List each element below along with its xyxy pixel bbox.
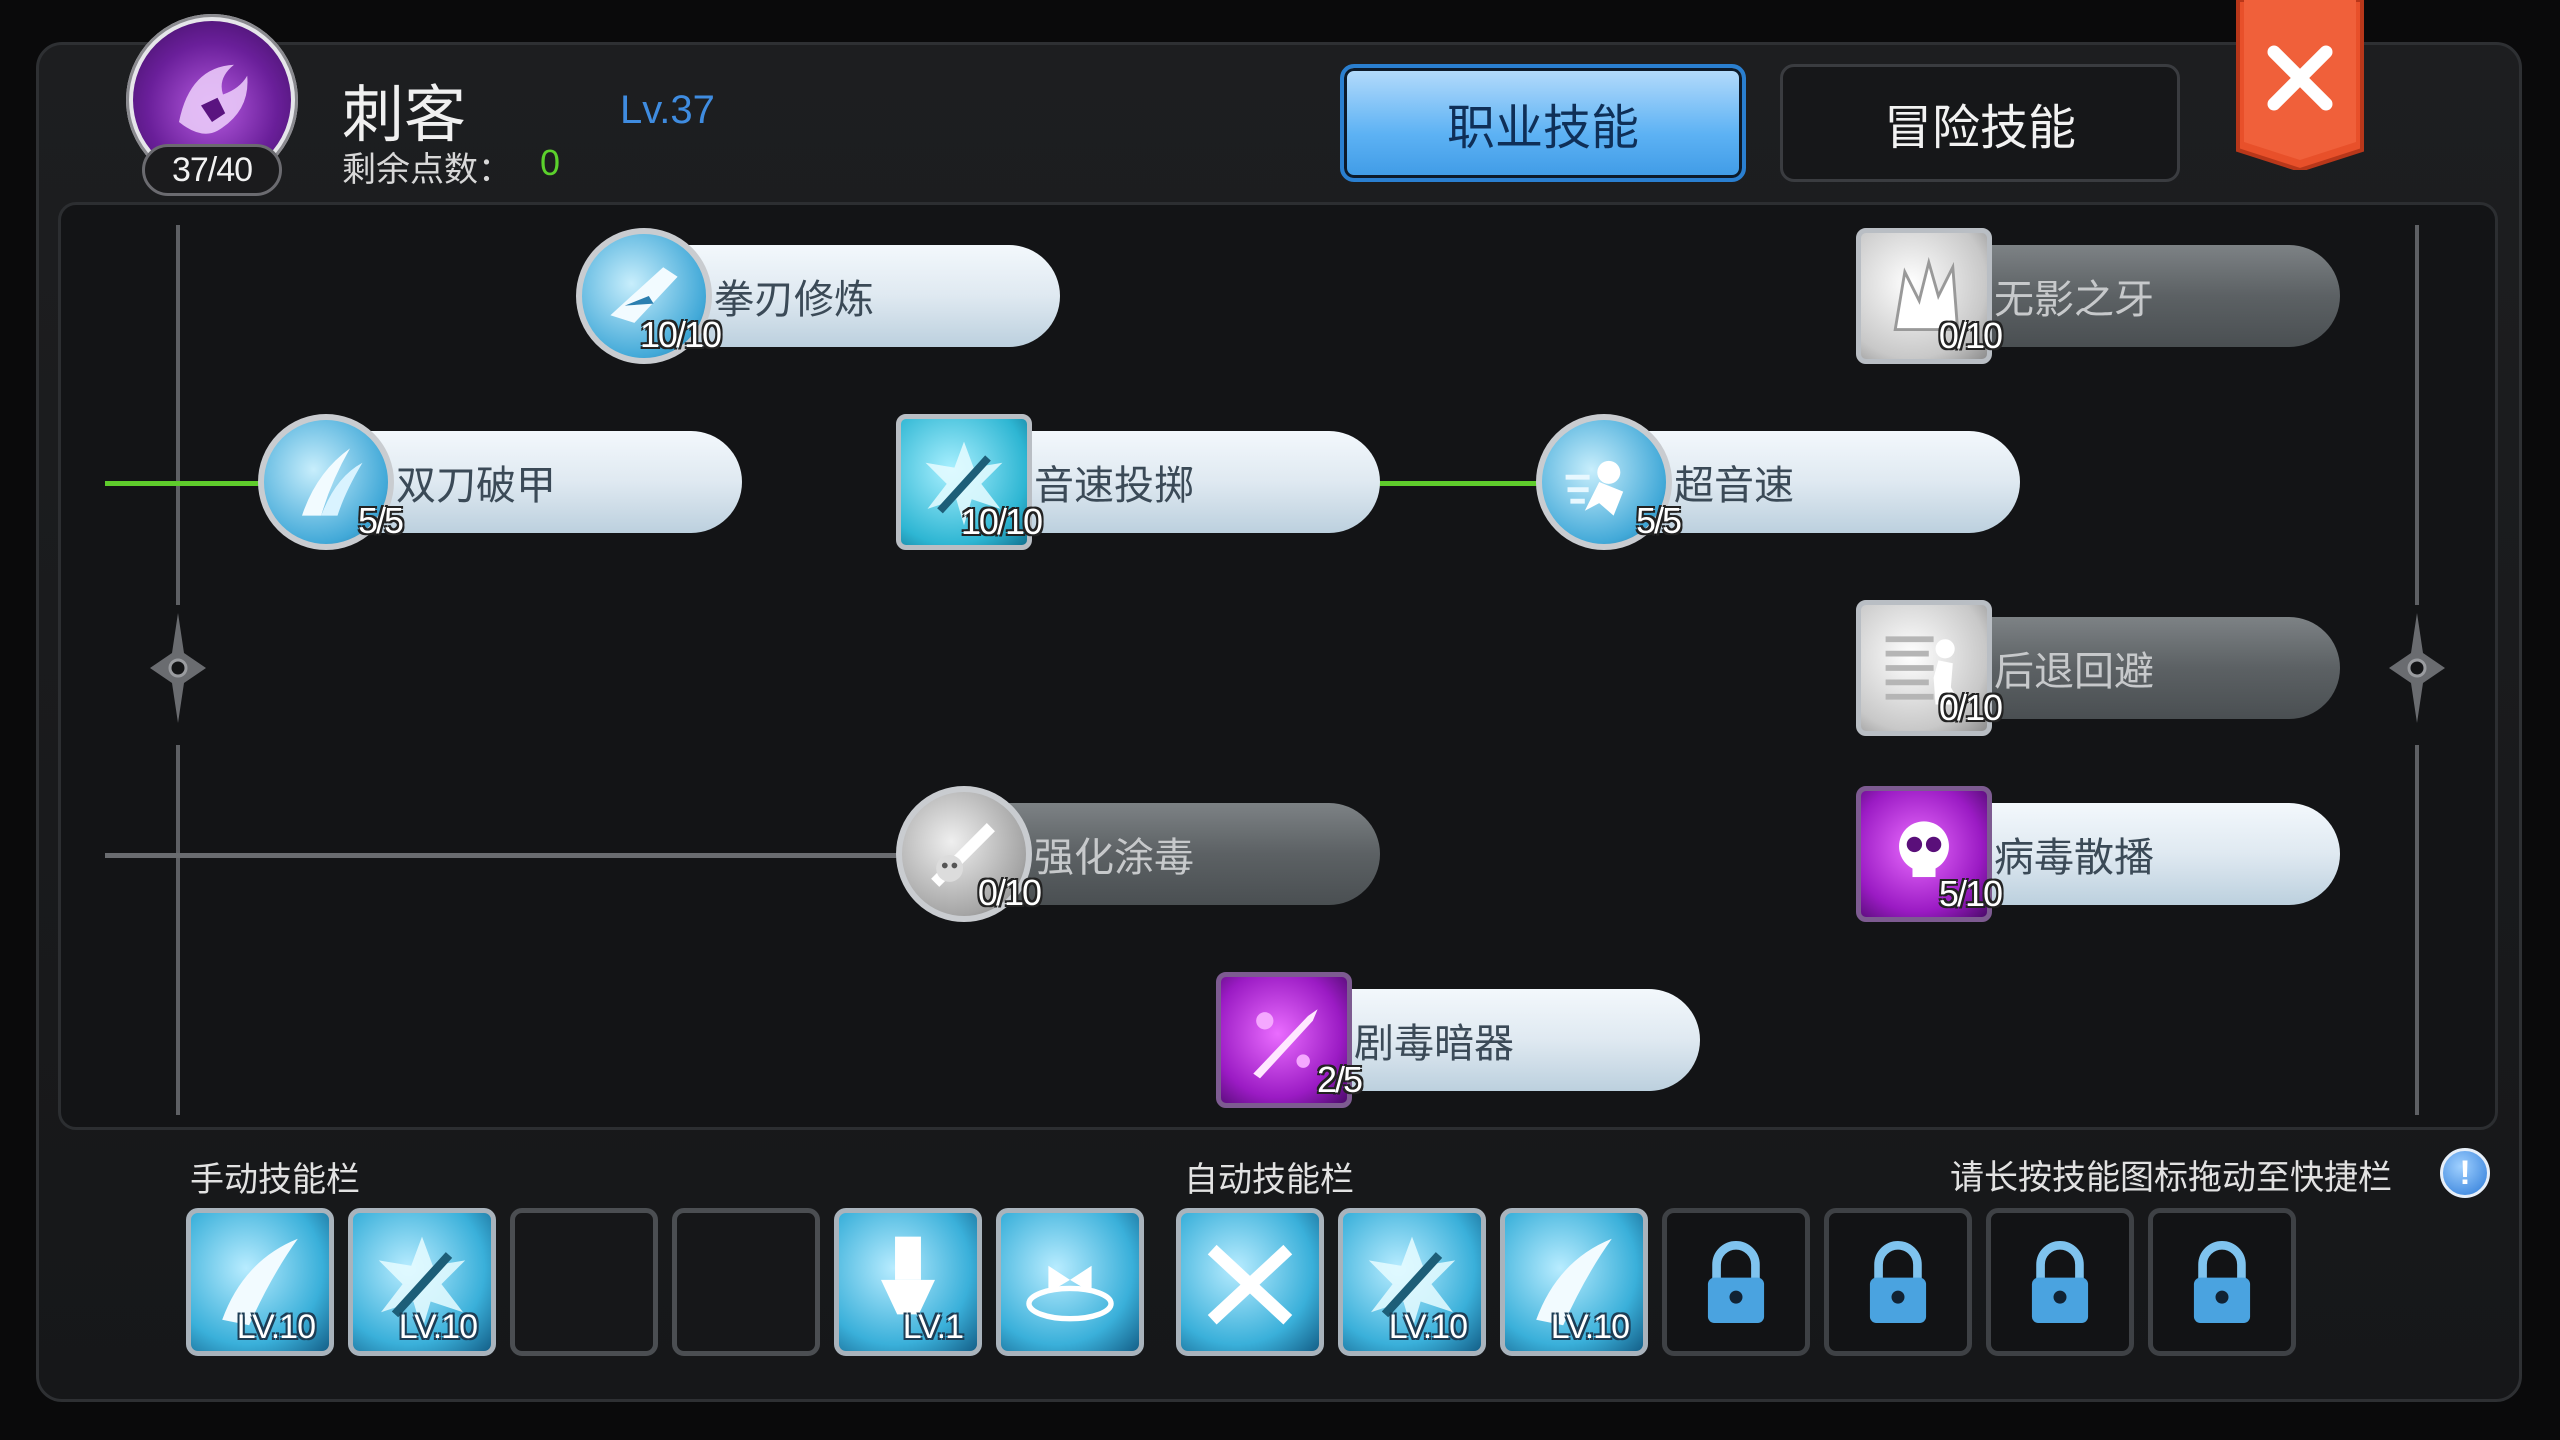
- drag-hint: 请长按技能图标拖动至快捷栏: [1950, 1158, 2392, 1198]
- manual-slot-5[interactable]: LV.1: [834, 1208, 982, 1356]
- lock-icon: [1869, 1241, 1927, 1324]
- auto-slot-7[interactable]: [2148, 1208, 2296, 1356]
- auto-slot-6[interactable]: [1986, 1208, 2134, 1356]
- divider: [2415, 745, 2419, 1115]
- lock-icon: [2031, 1241, 2089, 1324]
- slot-level: LV.10: [398, 1308, 478, 1346]
- skill-virus-spread[interactable]: 病毒散播 5/10: [1856, 786, 2340, 922]
- close-icon: [2236, 0, 2364, 173]
- skill-link: [105, 481, 275, 486]
- skill-level: 2/5: [1316, 1059, 1363, 1100]
- auto-slot-5[interactable]: [1824, 1208, 1972, 1356]
- dual-blade-icon: 5/5: [258, 414, 404, 550]
- skill-level: 10/10: [639, 314, 722, 355]
- shadow-fang-icon: 0/10: [1856, 228, 2003, 364]
- auto-skill-bar-label: 自动技能栏: [1184, 1160, 1354, 1200]
- skill-backstep[interactable]: 后退回避 0/10: [1856, 600, 2340, 736]
- poison-dagger-icon: 2/5: [1216, 972, 1363, 1108]
- skill-points-counter: 37/40: [142, 144, 282, 196]
- skill-level: 5/5: [1635, 500, 1682, 541]
- slot-level: LV.10: [236, 1308, 316, 1346]
- tab-job-skills[interactable]: 职业技能: [1340, 64, 1746, 182]
- job-name: 刺客: [342, 78, 467, 151]
- skill-poison-dagger[interactable]: 剧毒暗器 2/5: [1216, 972, 1700, 1108]
- ornament-icon: [150, 613, 206, 723]
- job-avatar: 37/40: [126, 14, 298, 196]
- skill-level: 0/10: [1938, 315, 2003, 356]
- manual-skill-bar-label: 手动技能栏: [190, 1160, 360, 1200]
- manual-slot-4[interactable]: [672, 1208, 820, 1356]
- slot-level: LV.1: [902, 1308, 964, 1346]
- backstep-icon: 0/10: [1856, 600, 2003, 736]
- skill-link: [105, 853, 985, 858]
- divider: [176, 225, 180, 605]
- skill-fist-blade-training[interactable]: 拳刃修炼 10/10: [576, 228, 1060, 364]
- cross-blade-icon: [1207, 1244, 1293, 1325]
- manual-slot-1[interactable]: LV.10: [186, 1208, 334, 1356]
- remaining-points-label: 剩余点数：: [342, 150, 512, 190]
- job-level: Lv.37: [620, 88, 715, 132]
- slot-level: LV.10: [1550, 1308, 1630, 1346]
- manual-slot-6[interactable]: [996, 1208, 1144, 1356]
- lock-icon: [1707, 1241, 1765, 1324]
- remaining-points-value: 0: [540, 142, 561, 183]
- skill-supersonic[interactable]: 超音速 5/5: [1536, 414, 2020, 550]
- auto-slot-2[interactable]: LV.10: [1338, 1208, 1486, 1356]
- skill-level: 10/10: [960, 501, 1043, 542]
- close-button[interactable]: [2234, 0, 2366, 173]
- ornament-icon: [2389, 613, 2445, 723]
- lock-icon: [2193, 1241, 2251, 1324]
- supersonic-icon: 5/5: [1536, 414, 1682, 550]
- fist-blade-icon: 10/10: [576, 228, 722, 364]
- info-icon[interactable]: !: [2440, 1148, 2490, 1198]
- divider: [176, 745, 180, 1115]
- auto-slot-3[interactable]: LV.10: [1500, 1208, 1648, 1356]
- divider: [2415, 225, 2419, 605]
- skill-level: 5/5: [357, 500, 404, 541]
- skill-sonic-throw[interactable]: 音速投掷 10/10: [896, 414, 1380, 550]
- manual-slot-2[interactable]: LV.10: [348, 1208, 496, 1356]
- auto-slot-4[interactable]: [1662, 1208, 1810, 1356]
- tab-adventure-skills[interactable]: 冒险技能: [1780, 64, 2180, 182]
- skill-shadow-fang[interactable]: 无影之牙 0/10: [1856, 228, 2340, 364]
- skill-level: 5/10: [1938, 873, 2003, 914]
- enchant-poison-icon: 0/10: [896, 786, 1042, 922]
- skill-level: 0/10: [977, 872, 1042, 913]
- sonic-throw-icon: 10/10: [896, 414, 1043, 550]
- virus-spread-icon: 5/10: [1856, 786, 2003, 922]
- skill-enchant-poison[interactable]: 强化涂毒 0/10: [896, 786, 1380, 922]
- skill-level: 0/10: [1938, 687, 2003, 728]
- skill-dual-blade-armor-break[interactable]: 双刀破甲 5/5: [258, 414, 742, 550]
- slot-level: LV.10: [1388, 1308, 1468, 1346]
- bow-burst-icon: [1026, 1265, 1114, 1322]
- manual-slot-3[interactable]: [510, 1208, 658, 1356]
- auto-slot-1[interactable]: [1176, 1208, 1324, 1356]
